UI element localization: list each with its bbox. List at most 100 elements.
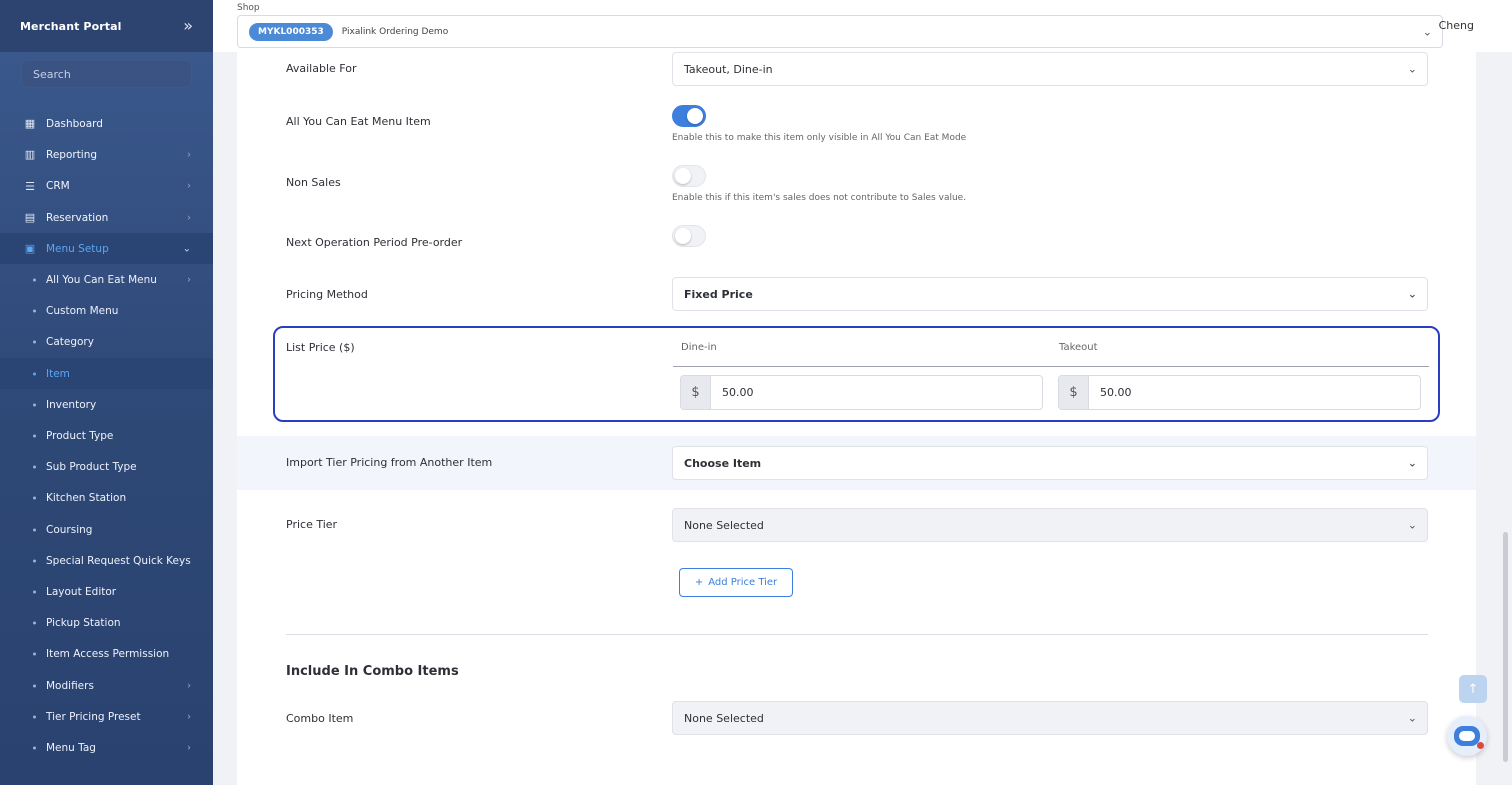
sidebar-sub-item-label: Item Access Permission: [46, 648, 170, 661]
chevron-right-icon: ›: [187, 180, 191, 192]
available-for-label: Available For: [286, 62, 357, 75]
sidebar-sub-item-ayce-menu[interactable]: All You Can Eat Menu ›: [0, 264, 213, 295]
sidebar-sub-item-category[interactable]: Category: [0, 327, 213, 358]
section-divider: [286, 634, 1428, 635]
sidebar-sub-item-inventory[interactable]: Inventory: [0, 389, 213, 420]
sidebar-item-dashboard[interactable]: ▦ Dashboard: [0, 108, 213, 139]
sidebar-sub-item-pickup-station[interactable]: Pickup Station: [0, 608, 213, 639]
sidebar-sub-item-menu-tag[interactable]: Menu Tag ›: [0, 732, 213, 763]
sidebar-item-label: Reporting: [46, 148, 98, 161]
reporting-icon: ▥: [24, 148, 36, 162]
dashboard-icon: ▦: [24, 117, 36, 131]
dine-in-header: Dine-in: [681, 342, 717, 353]
user-name[interactable]: Cheng: [1439, 19, 1474, 32]
sidebar-item-label: Reservation: [46, 211, 109, 224]
chevron-right-icon: ›: [187, 742, 191, 754]
sidebar-sub-item-coursing[interactable]: Coursing: [0, 514, 213, 545]
sidebar-sub-item-label: Layout Editor: [46, 585, 117, 598]
sidebar-sub-item-special-request[interactable]: Special Request Quick Keys: [0, 545, 213, 576]
sidebar-sub-item-tier-pricing-preset[interactable]: Tier Pricing Preset ›: [0, 701, 213, 732]
next-period-preorder-toggle[interactable]: [672, 225, 706, 247]
sidebar-item-label: Menu Setup: [46, 242, 109, 255]
combo-item-select[interactable]: None Selected ⌄: [672, 701, 1428, 735]
sidebar-sub-item-label: Coursing: [46, 523, 93, 536]
shop-header: Shop MYKL000353 Pixalink Ordering Demo ⌄…: [213, 0, 1512, 52]
chevron-right-icon: ›: [187, 274, 191, 286]
scroll-to-top-button[interactable]: ↑: [1459, 675, 1487, 703]
sidebar-sub-item-layout-editor[interactable]: Layout Editor: [0, 576, 213, 607]
sidebar-item-label: Dashboard: [46, 117, 103, 130]
shop-name: Pixalink Ordering Demo: [341, 26, 449, 37]
takeout-price-input[interactable]: $ 50.00: [1058, 375, 1421, 410]
non-sales-label: Non Sales: [286, 176, 341, 189]
non-sales-toggle[interactable]: [672, 165, 706, 187]
sidebar-search-input[interactable]: Search: [21, 60, 192, 88]
list-price-section: List Price ($) Dine-in Takeout $ 50.00 $…: [273, 326, 1440, 422]
shop-select[interactable]: MYKL000353 Pixalink Ordering Demo ⌄: [237, 15, 1443, 48]
sidebar-sub-item-item-access[interactable]: Item Access Permission: [0, 639, 213, 670]
item-form: Available For Takeout, Dine-in ⌄ All You…: [237, 52, 1476, 785]
takeout-price-value: 50.00: [1100, 386, 1132, 399]
price-tier-select[interactable]: None Selected ⌄: [672, 508, 1428, 542]
price-header-divider: [673, 366, 1429, 367]
combo-item-value: None Selected: [684, 711, 764, 725]
sidebar-sub-item-modifiers[interactable]: Modifiers ›: [0, 670, 213, 701]
sidebar-item-reservation[interactable]: ▤ Reservation ›: [0, 202, 213, 233]
chevron-right-icon: ›: [187, 149, 191, 161]
chevron-down-icon: ⌄: [1407, 287, 1417, 301]
chevron-right-icon: ›: [187, 711, 191, 723]
import-tier-value: Choose Item: [684, 456, 762, 470]
sidebar-sub-item-kitchen-station[interactable]: Kitchen Station: [0, 483, 213, 514]
crm-icon: ☰: [25, 179, 35, 193]
import-tier-select[interactable]: Choose Item ⌄: [672, 446, 1428, 480]
sidebar-item-label: CRM: [46, 180, 70, 193]
sidebar-sub-item-label: Inventory: [46, 398, 97, 411]
dine-in-price-value: 50.00: [722, 386, 754, 399]
sidebar-sub-item-label: Item: [46, 367, 70, 380]
ayce-help-text: Enable this to make this item only visib…: [672, 133, 967, 143]
page-scrollbar[interactable]: [1503, 532, 1508, 762]
ayce-item-label: All You Can Eat Menu Item: [286, 115, 431, 128]
ayce-toggle[interactable]: [672, 105, 706, 127]
chevron-down-icon: ⌄: [1407, 62, 1417, 76]
collapse-sidebar-icon[interactable]: »: [183, 18, 193, 34]
sidebar-sub-item-sub-product-type[interactable]: Sub Product Type: [0, 452, 213, 483]
pricing-method-value: Fixed Price: [684, 287, 753, 301]
currency-prefix: $: [1059, 376, 1089, 409]
sidebar: Merchant Portal » Search ▦ Dashboard ▥ R…: [0, 0, 213, 785]
sidebar-item-menu-setup[interactable]: ▣ Menu Setup ⌄: [0, 233, 213, 265]
sidebar-sub-item-label: Category: [46, 336, 94, 349]
available-for-value: Takeout, Dine-in: [684, 62, 773, 76]
dine-in-price-input[interactable]: $ 50.00: [680, 375, 1043, 410]
chat-support-button[interactable]: [1447, 716, 1487, 756]
sidebar-sub-item-custom-menu[interactable]: Custom Menu: [0, 296, 213, 327]
chat-bot-icon: [1454, 726, 1484, 749]
sidebar-sub-item-item[interactable]: Item: [0, 358, 213, 390]
arrow-up-icon: ↑: [1467, 681, 1479, 697]
chevron-down-icon: ⌄: [1407, 711, 1417, 725]
takeout-header: Takeout: [1059, 342, 1098, 353]
non-sales-help-text: Enable this if this item's sales does no…: [672, 193, 967, 203]
price-tier-label: Price Tier: [286, 518, 338, 531]
calendar-icon: ▤: [24, 211, 36, 225]
sidebar-sub-item-label: Modifiers: [46, 679, 94, 692]
add-price-tier-label: Add Price Tier: [708, 577, 778, 588]
sidebar-brand: Merchant Portal »: [0, 0, 213, 52]
available-for-select[interactable]: Takeout, Dine-in ⌄: [672, 52, 1428, 86]
sidebar-item-crm[interactable]: ☰ CRM ›: [0, 171, 213, 202]
import-tier-label: Import Tier Pricing from Another Item: [286, 456, 493, 469]
sidebar-sub-item-label: Product Type: [46, 430, 114, 443]
sidebar-sub-item-product-type[interactable]: Product Type: [0, 420, 213, 451]
sidebar-item-reporting[interactable]: ▥ Reporting ›: [0, 139, 213, 170]
pricing-method-select[interactable]: Fixed Price ⌄: [672, 277, 1428, 311]
brand-title: Merchant Portal: [20, 19, 122, 33]
sidebar-sub-item-label: Menu Tag: [46, 741, 96, 754]
menu-book-icon: ▣: [24, 242, 36, 256]
sidebar-sub-item-label: Special Request Quick Keys: [46, 554, 191, 567]
sidebar-sub-item-label: All You Can Eat Menu: [46, 274, 157, 287]
list-price-label: List Price ($): [286, 341, 355, 354]
chevron-down-icon: ⌄: [182, 243, 191, 255]
add-price-tier-button[interactable]: + Add Price Tier: [679, 568, 793, 597]
sidebar-sub-item-label: Sub Product Type: [46, 461, 137, 474]
sidebar-nav: ▦ Dashboard ▥ Reporting › ☰ CRM › ▤ Rese…: [0, 108, 213, 763]
